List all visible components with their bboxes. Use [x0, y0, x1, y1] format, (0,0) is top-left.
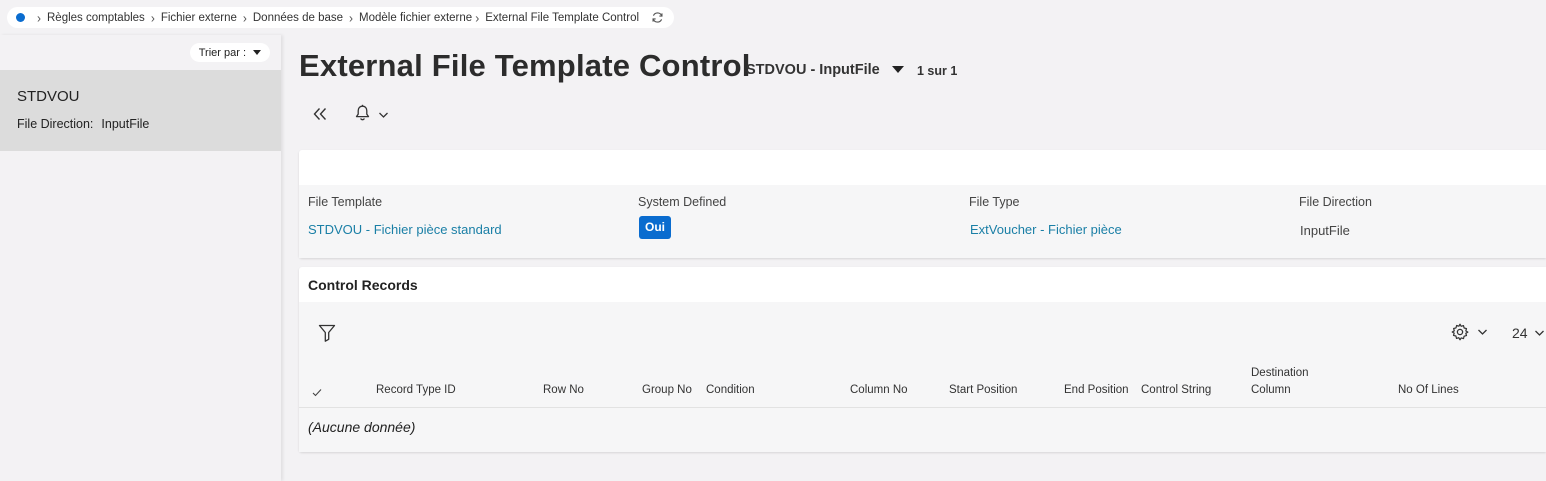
field-label: File Type: [969, 195, 1020, 209]
chevron-right-icon: ›: [37, 9, 41, 26]
navigator-item-sub-value: InputFile: [101, 117, 150, 131]
double-chevron-left-icon[interactable]: [311, 105, 329, 123]
file-direction-value: InputFile: [1300, 223, 1350, 238]
record-selector[interactable]: STDVOU - InputFile: [746, 62, 904, 78]
column-header-record-type-id[interactable]: Record Type ID: [376, 382, 456, 399]
column-header-control-string[interactable]: Control String: [1141, 382, 1211, 399]
record-navigator-panel: Trier par : STDVOU File Direction: InputF…: [0, 35, 281, 481]
filter-icon[interactable]: [318, 324, 336, 342]
sort-label: Trier par :: [198, 46, 246, 59]
column-header-row-no[interactable]: Row No: [543, 382, 584, 399]
control-records-grid: 24 Record Type ID Row No Group No Condit…: [299, 302, 1546, 452]
system-defined-badge: Oui: [639, 216, 671, 239]
select-all-check-icon[interactable]: [312, 388, 322, 397]
breadcrumb-item-modele-fichier-externe[interactable]: Modèle fichier externe: [359, 12, 472, 24]
breadcrumb: › Règles comptables › Fichier externe › …: [7, 7, 675, 28]
chevron-down-icon: [1478, 329, 1487, 335]
navigator-item-subtitle: File Direction: InputFile: [17, 117, 281, 131]
record-pager: 1 sur 1: [917, 64, 958, 78]
page-size-select[interactable]: 24: [1512, 325, 1545, 341]
breadcrumb-item-regles-comptables[interactable]: Règles comptables: [47, 12, 145, 24]
details-card: File Template STDVOU - Fichier pièce sta…: [299, 150, 1546, 258]
navigator-item-selected[interactable]: STDVOU File Direction: InputFile: [0, 70, 281, 151]
column-header-group-no[interactable]: Group No: [642, 382, 692, 399]
header-divider: [299, 407, 1546, 408]
notifications-button[interactable]: [354, 104, 389, 122]
gear-icon: [1451, 323, 1469, 341]
file-type-link[interactable]: ExtVoucher - Fichier pièce: [970, 222, 1122, 237]
chevron-down-icon: [379, 112, 388, 118]
column-header-end-position[interactable]: End Position: [1064, 382, 1129, 399]
navigator-item-sub-label: File Direction:: [17, 117, 94, 131]
caret-down-icon: [253, 50, 261, 55]
refresh-icon[interactable]: [651, 11, 664, 24]
column-header-start-position[interactable]: Start Position: [949, 382, 1017, 399]
caret-down-icon: [891, 65, 904, 73]
page-size-value: 24: [1512, 325, 1528, 341]
breadcrumb-item-fichier-externe[interactable]: Fichier externe: [161, 12, 237, 24]
empty-grid-message: (Aucune donnée): [308, 419, 416, 435]
page-title: External File Template Control: [299, 48, 751, 83]
field-label: System Defined: [638, 195, 727, 209]
column-header-column-no[interactable]: Column No: [850, 382, 908, 399]
record-selector-value: STDVOU - InputFile: [746, 62, 880, 78]
breadcrumb-item-donnees-de-base[interactable]: Données de base: [253, 12, 343, 24]
chevron-right-icon: ›: [242, 9, 247, 26]
breadcrumb-item-current: External File Template Control: [485, 11, 640, 24]
grid-settings-button[interactable]: [1451, 323, 1488, 341]
chevron-right-icon: ›: [150, 9, 155, 26]
chevron-right-icon: ›: [349, 9, 354, 26]
home-dot-icon[interactable]: [16, 13, 25, 22]
field-label: File Template: [308, 195, 383, 209]
file-template-link[interactable]: STDVOU - Fichier pièce standard: [308, 222, 502, 237]
column-header-no-of-lines[interactable]: No Of Lines: [1398, 382, 1459, 399]
field-label: File Direction: [1299, 195, 1372, 209]
navigator-item-title: STDVOU: [17, 88, 80, 105]
chevron-right-icon: ›: [475, 9, 480, 26]
column-header-condition[interactable]: Condition: [706, 382, 755, 399]
bell-icon: [355, 104, 370, 121]
chevron-down-icon: [1534, 330, 1544, 336]
details-fields: File Template STDVOU - Fichier pièce sta…: [299, 185, 1546, 258]
control-records-card: Control Records 24 Record Type ID Row No…: [299, 267, 1546, 452]
sort-button[interactable]: Trier par :: [189, 43, 270, 62]
section-title: Control Records: [308, 277, 418, 293]
column-header-destination-column[interactable]: Destination Column: [1251, 365, 1309, 399]
